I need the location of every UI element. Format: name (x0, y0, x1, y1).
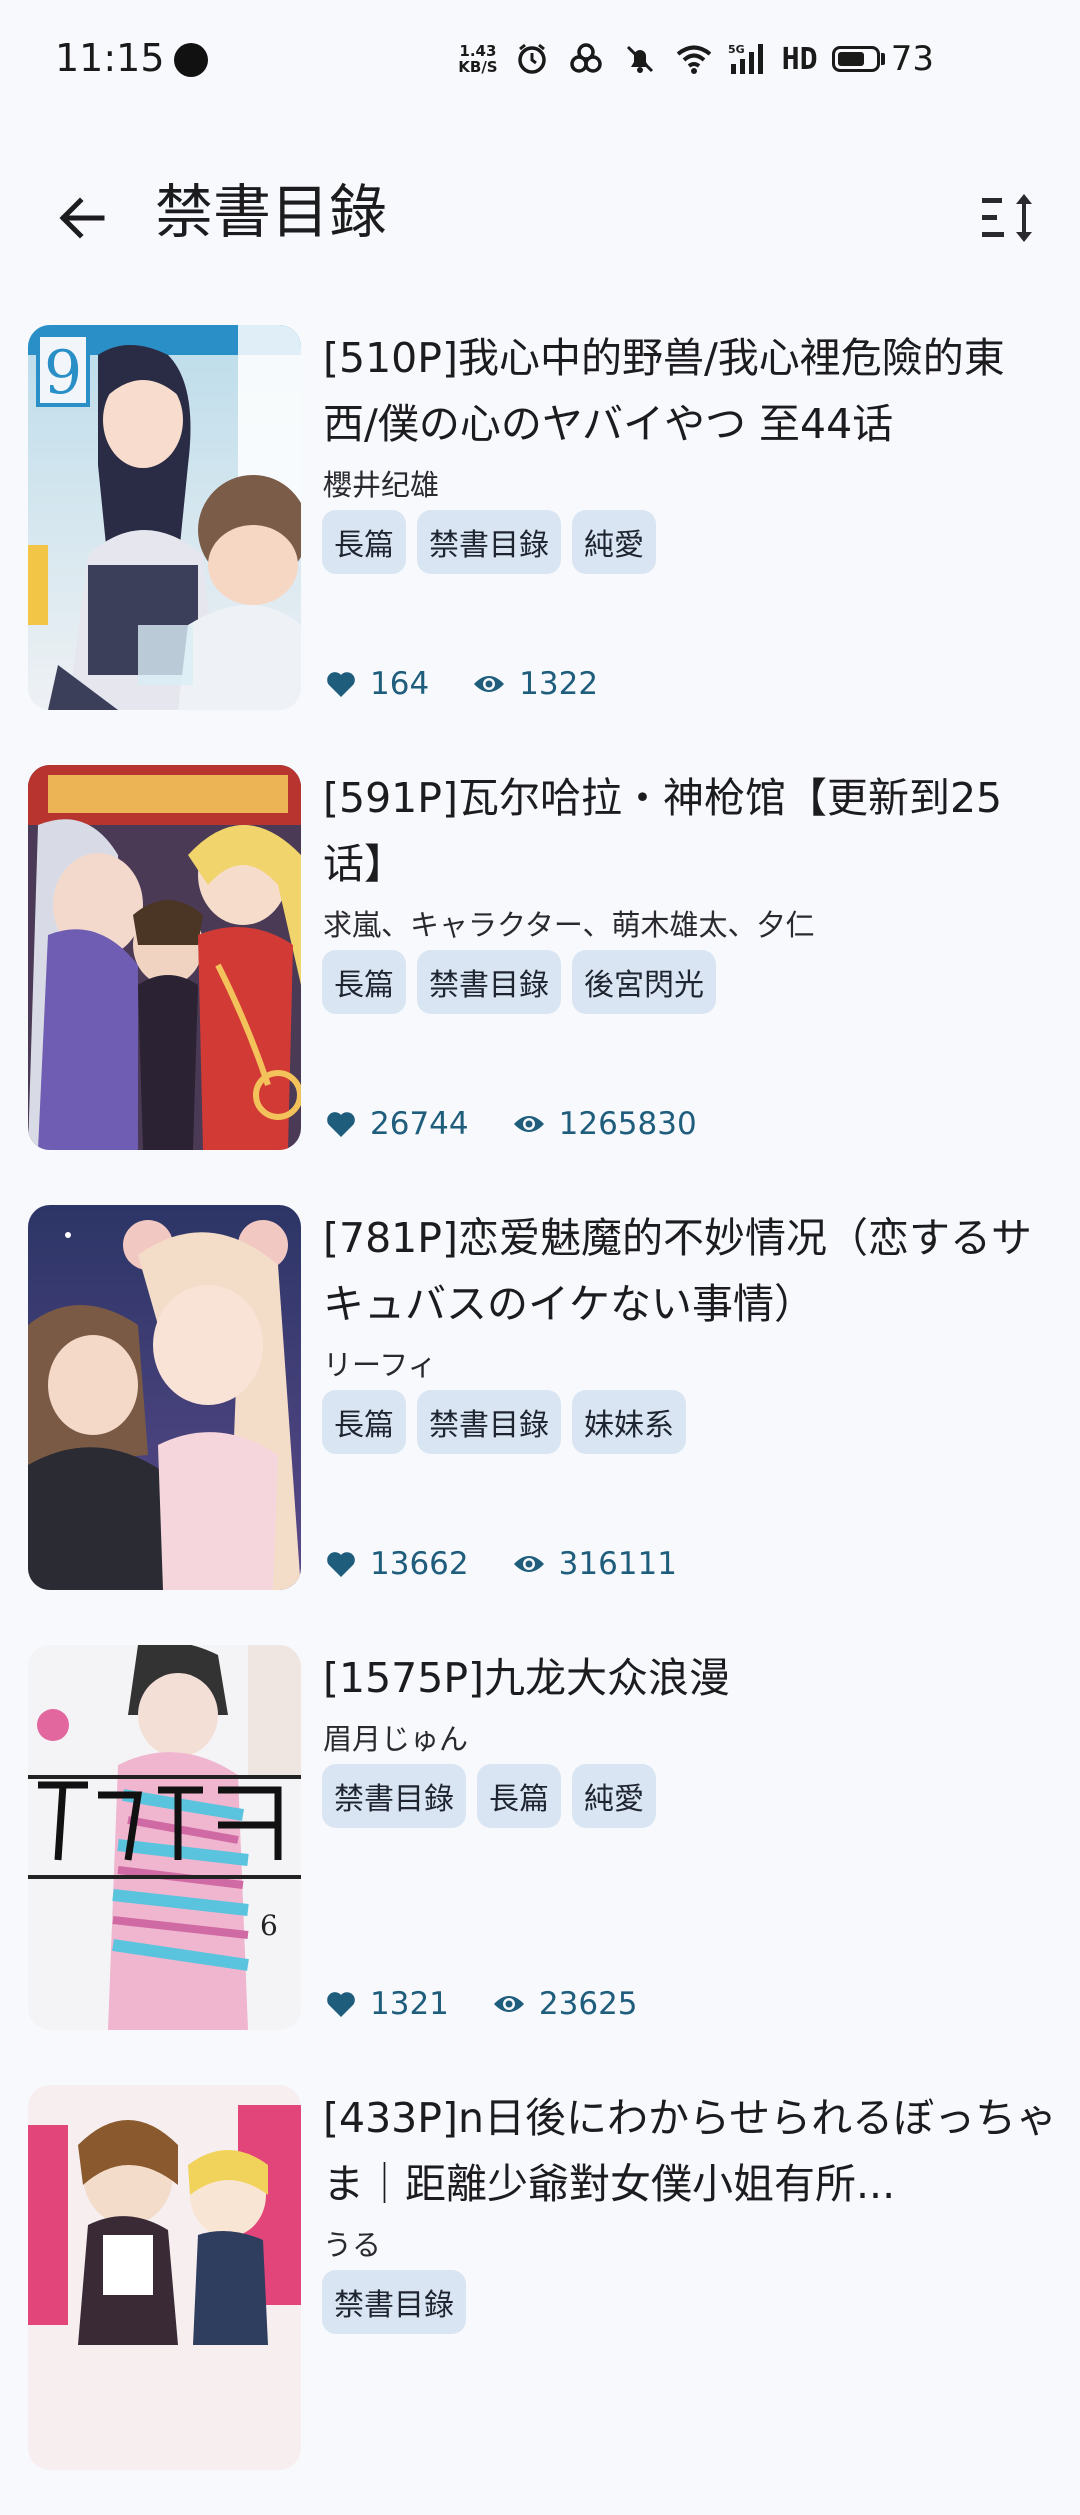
cover-volume-number: 6 (260, 1909, 278, 1942)
views-stat: 1265830 (513, 1106, 697, 1142)
svg-text:5G: 5G (728, 43, 745, 56)
item-author: リーフィ (323, 1348, 437, 1382)
tag-chip[interactable]: 禁書目錄 (417, 950, 561, 1014)
list-item[interactable]: 9 [510P]我心中的野兽/我心裡危險的東西/僕の心のヤバイやつ 至44话 櫻… (0, 315, 1080, 755)
status-icons: 1.43 KB/S 5G HD 73 (458, 34, 934, 84)
notification-dot-icon (174, 43, 208, 77)
wifi-icon (674, 39, 714, 79)
likes-count: 26744 (370, 1106, 469, 1142)
tag-list: 長篇 禁書目錄 後宮閃光 (322, 950, 716, 1014)
tag-list: 長篇 禁書目錄 純愛 (322, 510, 656, 574)
list-item[interactable]: 6 [1575P]九龙大众浪漫 眉月じゅん 禁書目錄 長篇 純愛 1321 23… (0, 1635, 1080, 2075)
item-title: [591P]瓦尔哈拉・神枪馆【更新到25话】 (323, 774, 1003, 888)
eye-icon (513, 1556, 544, 1572)
likes-stat: 164 (326, 666, 429, 702)
tag-chip[interactable]: 純愛 (572, 510, 656, 574)
heart-icon (327, 1112, 355, 1137)
views-stat: 23625 (493, 1986, 638, 2022)
item-author: 櫻井纪雄 (323, 468, 440, 502)
battery-icon (831, 46, 880, 72)
tag-chip[interactable]: 禁書目錄 (417, 1390, 561, 1454)
tag-chip[interactable]: 長篇 (477, 1764, 561, 1828)
tag-list: 禁書目錄 (322, 2270, 466, 2334)
arrow-back-icon (59, 197, 105, 239)
cover-image: 6 (28, 1645, 301, 2030)
cover-image (28, 1205, 301, 1590)
tag-chip[interactable]: 禁書目錄 (322, 2270, 466, 2334)
network-speed: 1.43 KB/S (458, 43, 497, 75)
list-item[interactable]: [781P]恋爱魅魔的不妙情况（恋するサキュバスのイケない事情） リーフィ 長篇… (0, 1195, 1080, 1635)
likes-stat: 1321 (326, 1986, 449, 2022)
views-count: 23625 (538, 1986, 638, 2022)
tag-chip[interactable]: 長篇 (322, 1390, 406, 1454)
likes-stat: 26744 (326, 1106, 469, 1142)
tag-list: 禁書目錄 長篇 純愛 (322, 1764, 656, 1828)
network-type-label: HD (781, 41, 818, 77)
views-stat: 1322 (473, 666, 598, 702)
item-stats: 164 1322 (326, 666, 642, 702)
eye-icon (493, 1996, 524, 2012)
network-speed-unit: KB/S (458, 58, 498, 76)
network-speed-value: 1.43 (459, 42, 497, 60)
item-stats: 1321 23625 (326, 1986, 682, 2022)
views-stat: 316111 (513, 1546, 677, 1582)
item-author: 眉月じゅん (323, 1722, 469, 1756)
comic-list: 9 [510P]我心中的野兽/我心裡危險的東西/僕の心のヤバイやつ 至44话 櫻… (0, 315, 1080, 2515)
item-title: [781P]恋爱魅魔的不妙情况（恋するサキュバスのイケない事情） (323, 1214, 1032, 1328)
cover-image: 9 (28, 325, 301, 710)
tag-chip[interactable]: 禁書目錄 (417, 510, 561, 574)
cover-image (28, 2085, 301, 2470)
list-item[interactable]: [433P]n日後にわからせられるぼっちゃま｜距離少爺對女僕小姐有所... うる… (0, 2075, 1080, 2515)
heart-icon (327, 1552, 355, 1577)
eye-icon (474, 676, 505, 692)
likes-count: 164 (370, 666, 430, 702)
likes-count: 1321 (370, 1986, 449, 2022)
tag-chip[interactable]: 純愛 (572, 1764, 656, 1828)
cover-image (28, 765, 301, 1150)
tag-chip[interactable]: 長篇 (322, 510, 406, 574)
sort-icon (982, 194, 1032, 242)
tag-chip[interactable]: 禁書目錄 (322, 1764, 466, 1828)
battery-percent: 73 (890, 39, 934, 79)
item-author: うる (323, 2228, 382, 2262)
battery-fill (837, 52, 864, 66)
item-stats: 26744 1265830 (326, 1106, 741, 1142)
back-button[interactable] (42, 178, 122, 258)
tag-list: 長篇 禁書目錄 妹妹系 (322, 1390, 686, 1454)
page-title: 禁書目錄 (155, 178, 388, 246)
alarm-icon (512, 39, 552, 79)
views-count: 1322 (519, 666, 599, 702)
app-bar: 禁書目錄 (0, 150, 1080, 270)
views-count: 316111 (558, 1546, 677, 1582)
item-author: 求嵐、キャラクター、萌木雄太、夕仁 (323, 908, 815, 942)
item-title: [1575P]九龙大众浪漫 (323, 1654, 731, 1702)
heart-icon (327, 672, 355, 697)
tag-chip[interactable]: 妹妹系 (572, 1390, 686, 1454)
cellular-signal-icon: 5G (728, 39, 768, 79)
eye-icon (513, 1116, 544, 1132)
battery-indicator: 73 (831, 39, 934, 79)
item-title: [510P]我心中的野兽/我心裡危險的東西/僕の心のヤバイやつ 至44话 (323, 334, 1005, 448)
tag-chip[interactable]: 長篇 (322, 950, 406, 1014)
tag-chip[interactable]: 後宮閃光 (572, 950, 716, 1014)
sort-button[interactable] (970, 178, 1050, 258)
status-time: 11:15 (55, 36, 165, 80)
views-count: 1265830 (558, 1106, 697, 1142)
likes-count: 13662 (370, 1546, 469, 1582)
mute-bell-icon (620, 39, 660, 79)
link-icon (566, 39, 606, 79)
item-stats: 13662 316111 (326, 1546, 721, 1582)
heart-icon (327, 1992, 355, 2017)
likes-stat: 13662 (326, 1546, 469, 1582)
cover-volume-number: 9 (44, 338, 82, 408)
list-item[interactable]: [591P]瓦尔哈拉・神枪馆【更新到25话】 求嵐、キャラクター、萌木雄太、夕仁… (0, 755, 1080, 1195)
status-bar: 11:15 1.43 KB/S 5G HD 73 (0, 0, 1080, 120)
item-title: [433P]n日後にわからせられるぼっちゃま｜距離少爺對女僕小姐有所... (323, 2094, 1058, 2208)
